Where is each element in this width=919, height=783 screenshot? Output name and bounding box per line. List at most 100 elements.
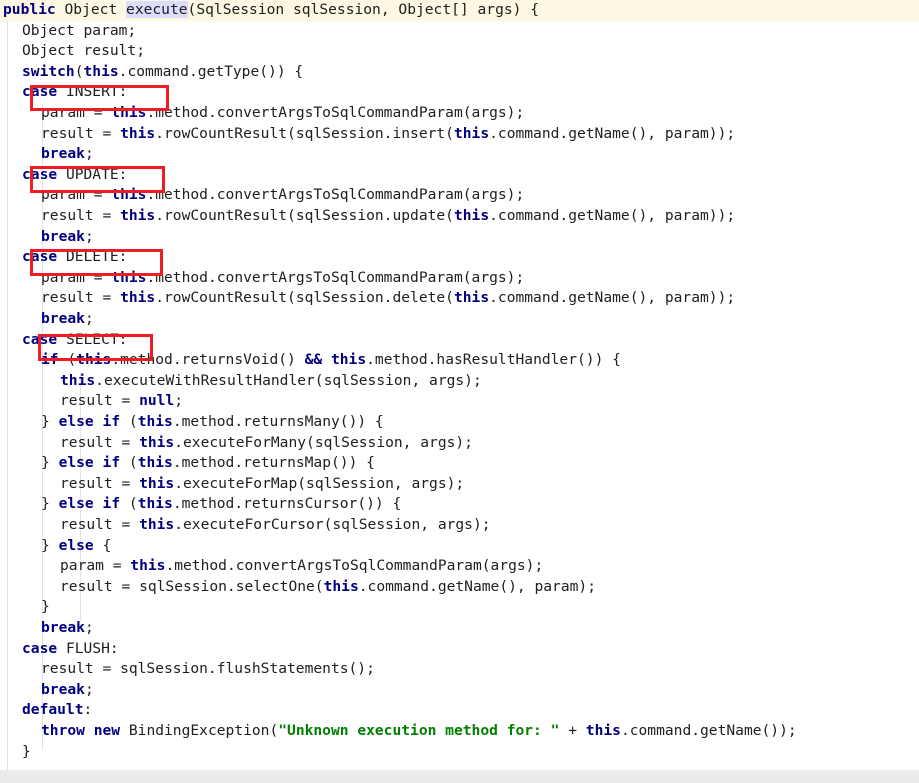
code-token-pln: .method.convertArgsToSqlCommandParam(arg… xyxy=(146,268,525,286)
code-token-pln: .command.getName(), param)); xyxy=(489,289,736,307)
code-line[interactable]: case UPDATE: xyxy=(0,165,919,186)
code-line[interactable]: break; xyxy=(0,227,919,248)
code-token-kw: this xyxy=(120,207,156,224)
code-token-kw: null xyxy=(139,392,175,410)
code-token-kw: this xyxy=(76,351,112,369)
bottom-status-strip xyxy=(0,770,919,783)
code-line-content: Object param; xyxy=(0,22,136,39)
code-line[interactable]: break; xyxy=(0,618,919,639)
code-token-pln xyxy=(94,413,103,430)
code-token-pln: ( xyxy=(120,454,138,472)
code-line[interactable]: case DELETE: xyxy=(0,247,919,268)
code-token-kw: this xyxy=(120,124,156,142)
code-line-content: result = sqlSession.selectOne(this.comma… xyxy=(0,578,596,595)
code-token-pln xyxy=(85,722,94,739)
code-token-kw: public xyxy=(3,1,56,18)
code-line[interactable]: public Object execute(SqlSession sqlSess… xyxy=(0,0,919,21)
code-token-pln: SELECT: xyxy=(57,330,128,348)
code-token-kw: this xyxy=(111,104,147,121)
code-token-pln: .method.returnsMap()) { xyxy=(172,454,375,472)
code-token-pln: ; xyxy=(84,145,94,163)
code-token-pln: .method.hasResultHandler()) { xyxy=(366,351,621,369)
code-line[interactable]: result = this.executeForMany(sqlSession,… xyxy=(0,433,919,454)
code-token-kw: this xyxy=(139,516,175,533)
code-line[interactable]: param = this.method.convertArgsToSqlComm… xyxy=(0,556,919,577)
code-line[interactable]: result = this.rowCountResult(sqlSession.… xyxy=(0,288,919,309)
code-token-pln: result = sqlSession.flushStatements(); xyxy=(41,660,375,678)
code-line-content: param = this.method.convertArgsToSqlComm… xyxy=(0,269,524,286)
code-token-kw: this xyxy=(130,557,166,575)
code-token-kw: this xyxy=(139,433,175,451)
code-token-pln: result = xyxy=(60,474,140,492)
code-line[interactable]: } else if (this.method.returnsMap()) { xyxy=(0,453,919,474)
code-line-content: switch(this.command.getType()) { xyxy=(0,63,303,80)
code-line[interactable]: result = null; xyxy=(0,391,919,412)
code-line-content: case INSERT: xyxy=(0,83,127,100)
code-line-content: result = this.executeForCursor(sqlSessio… xyxy=(0,516,491,533)
code-line[interactable]: this.executeWithResultHandler(sqlSession… xyxy=(0,371,919,392)
code-line[interactable]: } xyxy=(0,597,919,618)
code-line[interactable]: Object result; xyxy=(0,41,919,62)
code-token-pln: result = xyxy=(41,207,121,224)
code-line[interactable]: result = this.executeForCursor(sqlSessio… xyxy=(0,515,919,536)
code-line-content: break; xyxy=(0,310,94,327)
code-line[interactable]: result = sqlSession.selectOne(this.comma… xyxy=(0,577,919,598)
code-line[interactable]: if (this.method.returnsVoid() && this.me… xyxy=(0,350,919,371)
code-token-pln: } xyxy=(41,454,59,472)
code-line-content: result = this.rowCountResult(sqlSession.… xyxy=(0,289,735,306)
code-line[interactable]: param = this.method.convertArgsToSqlComm… xyxy=(0,103,919,124)
code-token-pln: Object param; xyxy=(22,21,137,39)
code-token-kw: break xyxy=(41,680,85,698)
code-token-kw: break xyxy=(41,619,85,636)
code-editor-surface[interactable]: public Object execute(SqlSession sqlSess… xyxy=(0,0,919,770)
code-token-pln: INSERT: xyxy=(57,83,128,101)
code-token-pln: ( xyxy=(120,495,138,513)
code-line[interactable]: result = this.executeForMap(sqlSession, … xyxy=(0,474,919,495)
code-token-kw: new xyxy=(93,722,121,739)
code-token-pln xyxy=(94,495,103,512)
code-line[interactable]: break; xyxy=(0,680,919,701)
code-token-pln: .rowCountResult(sqlSession.insert( xyxy=(155,124,454,142)
code-token-pln: BindingException( xyxy=(120,722,279,739)
code-token-pln: result = xyxy=(60,433,140,451)
code-token-kw: if xyxy=(102,495,121,513)
code-line[interactable]: result = sqlSession.flushStatements(); xyxy=(0,659,919,680)
code-line-content: result = this.executeForMany(sqlSession,… xyxy=(0,434,473,451)
code-token-pln: ; xyxy=(84,227,94,245)
code-token-kw: this xyxy=(60,371,96,389)
code-token-kw: break xyxy=(41,145,85,163)
code-line[interactable]: throw new BindingException("Unknown exec… xyxy=(0,721,919,742)
code-line[interactable]: break; xyxy=(0,144,919,165)
code-token-kw: this xyxy=(453,207,490,224)
code-line[interactable]: default: xyxy=(0,700,919,721)
code-line[interactable]: switch(this.command.getType()) { xyxy=(0,62,919,83)
code-token-pln: .executeForMap(sqlSession, args); xyxy=(174,474,465,492)
code-token-kw: else xyxy=(58,454,94,472)
code-line[interactable]: Object param; xyxy=(0,21,919,42)
code-line[interactable]: case FLUSH: xyxy=(0,639,919,660)
code-token-pln: (SqlSession sqlSession, Object[] args) { xyxy=(187,1,539,18)
code-token-str: "Unknown execution method for: " xyxy=(278,722,560,739)
code-line[interactable]: break; xyxy=(0,309,919,330)
code-line[interactable]: } else { xyxy=(0,536,919,557)
code-line[interactable]: result = this.rowCountResult(sqlSession.… xyxy=(0,206,919,227)
code-token-pln: Object result; xyxy=(22,42,146,60)
code-line[interactable]: result = this.rowCountResult(sqlSession.… xyxy=(0,124,919,145)
code-token-pln: .method.returnsVoid() xyxy=(111,351,305,369)
code-token-kw: this xyxy=(111,186,147,204)
code-token-pln: result = xyxy=(41,289,121,307)
code-line[interactable]: } xyxy=(0,742,919,763)
code-token-pln: .command.getName(), param); xyxy=(358,577,596,595)
code-token-pln: .rowCountResult(sqlSession.update( xyxy=(155,207,454,224)
code-line[interactable]: param = this.method.convertArgsToSqlComm… xyxy=(0,268,919,289)
code-line-content: param = this.method.convertArgsToSqlComm… xyxy=(0,104,524,121)
code-line-content: param = this.method.convertArgsToSqlComm… xyxy=(0,186,524,203)
code-line[interactable]: param = this.method.convertArgsToSqlComm… xyxy=(0,185,919,206)
code-line[interactable]: } else if (this.method.returnsMany()) { xyxy=(0,412,919,433)
code-token-pln: } xyxy=(41,536,59,554)
code-line[interactable]: case INSERT: xyxy=(0,82,919,103)
code-line[interactable]: case SELECT: xyxy=(0,330,919,351)
code-token-pln: .method.returnsMany()) { xyxy=(172,413,384,430)
code-line[interactable]: } else if (this.method.returnsCursor()) … xyxy=(0,494,919,515)
code-line-content: result = this.executeForMap(sqlSession, … xyxy=(0,475,464,492)
